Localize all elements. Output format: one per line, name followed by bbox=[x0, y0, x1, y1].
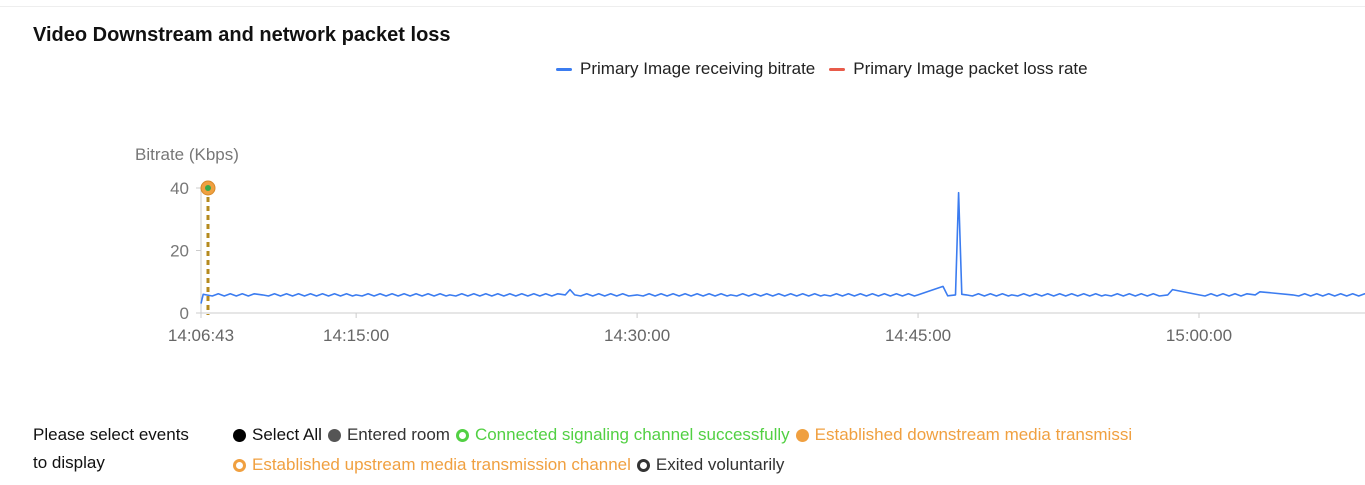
event-row-2: Established upstream media transmission … bbox=[233, 451, 790, 479]
event-select-all[interactable]: Select All bbox=[233, 421, 322, 449]
chart-title: Video Downstream and network packet loss bbox=[33, 24, 451, 46]
event-marker-inner-dot bbox=[205, 185, 211, 191]
legend-item-packet-loss[interactable]: Primary Image packet loss rate bbox=[829, 59, 1088, 79]
legend-swatch-receiving-bitrate bbox=[556, 67, 572, 71]
chart-legend: Primary Image receiving bitrate Primary … bbox=[556, 59, 1102, 79]
x-tick-label: 14:06:43 bbox=[168, 326, 234, 345]
y-axis-label: Bitrate (Kbps) bbox=[135, 145, 239, 164]
x-tick-label: 14:45:00 bbox=[885, 326, 951, 345]
connected-signaling-ring-icon bbox=[455, 428, 469, 442]
event-label: Established upstream media transmission … bbox=[252, 455, 631, 474]
legend-swatch-packet-loss bbox=[829, 67, 846, 71]
exited-voluntarily-ring-icon bbox=[636, 458, 650, 472]
legend-item-receiving-bitrate[interactable]: Primary Image receiving bitrate bbox=[556, 59, 815, 79]
event-label: Entered room bbox=[346, 425, 450, 444]
event-row-1: Select All Entered room Connected signal… bbox=[233, 421, 1138, 449]
event-filter-label-line1: Please select events bbox=[33, 425, 189, 444]
event-connected-signaling[interactable]: Connected signaling channel successfully bbox=[455, 421, 790, 449]
event-filter-label: Please select events to display bbox=[33, 421, 189, 477]
bitrate-chart[interactable]: Bitrate (Kbps) 0 20 40 14:06:43 14:15:00 14:30… bbox=[0, 130, 1365, 360]
upstream-media-ring-icon bbox=[233, 458, 246, 472]
select-all-dot-icon bbox=[233, 428, 246, 442]
x-tick-label: 14:15:00 bbox=[323, 326, 389, 345]
event-upstream-media[interactable]: Established upstream media transmission … bbox=[233, 451, 631, 479]
series-line-0 bbox=[200, 191, 1365, 304]
legend-label-packet-loss: Primary Image packet loss rate bbox=[853, 59, 1088, 78]
legend-label-receiving-bitrate: Primary Image receiving bitrate bbox=[580, 59, 816, 78]
event-filter-label-line2: to display bbox=[33, 453, 105, 472]
entered-room-dot-icon bbox=[327, 428, 341, 442]
event-label: Connected signaling channel successfully bbox=[474, 425, 790, 444]
downstream-media-dot-icon bbox=[795, 428, 809, 442]
x-tick-label: 14:30:00 bbox=[604, 326, 670, 345]
event-entered-room[interactable]: Entered room bbox=[327, 421, 450, 449]
top-divider bbox=[0, 6, 1365, 7]
event-label: Established downstream media transmissi bbox=[814, 425, 1133, 444]
y-tick-label: 0 bbox=[180, 304, 189, 323]
event-label: Exited voluntarily bbox=[655, 455, 785, 474]
event-exited-voluntarily[interactable]: Exited voluntarily bbox=[636, 451, 785, 479]
y-tick-label: 40 bbox=[170, 179, 189, 198]
y-tick-label: 20 bbox=[170, 242, 189, 261]
event-downstream-media[interactable]: Established downstream media transmissi bbox=[795, 421, 1133, 449]
x-tick-label: 15:00:00 bbox=[1166, 326, 1232, 345]
event-label: Select All bbox=[252, 425, 322, 444]
